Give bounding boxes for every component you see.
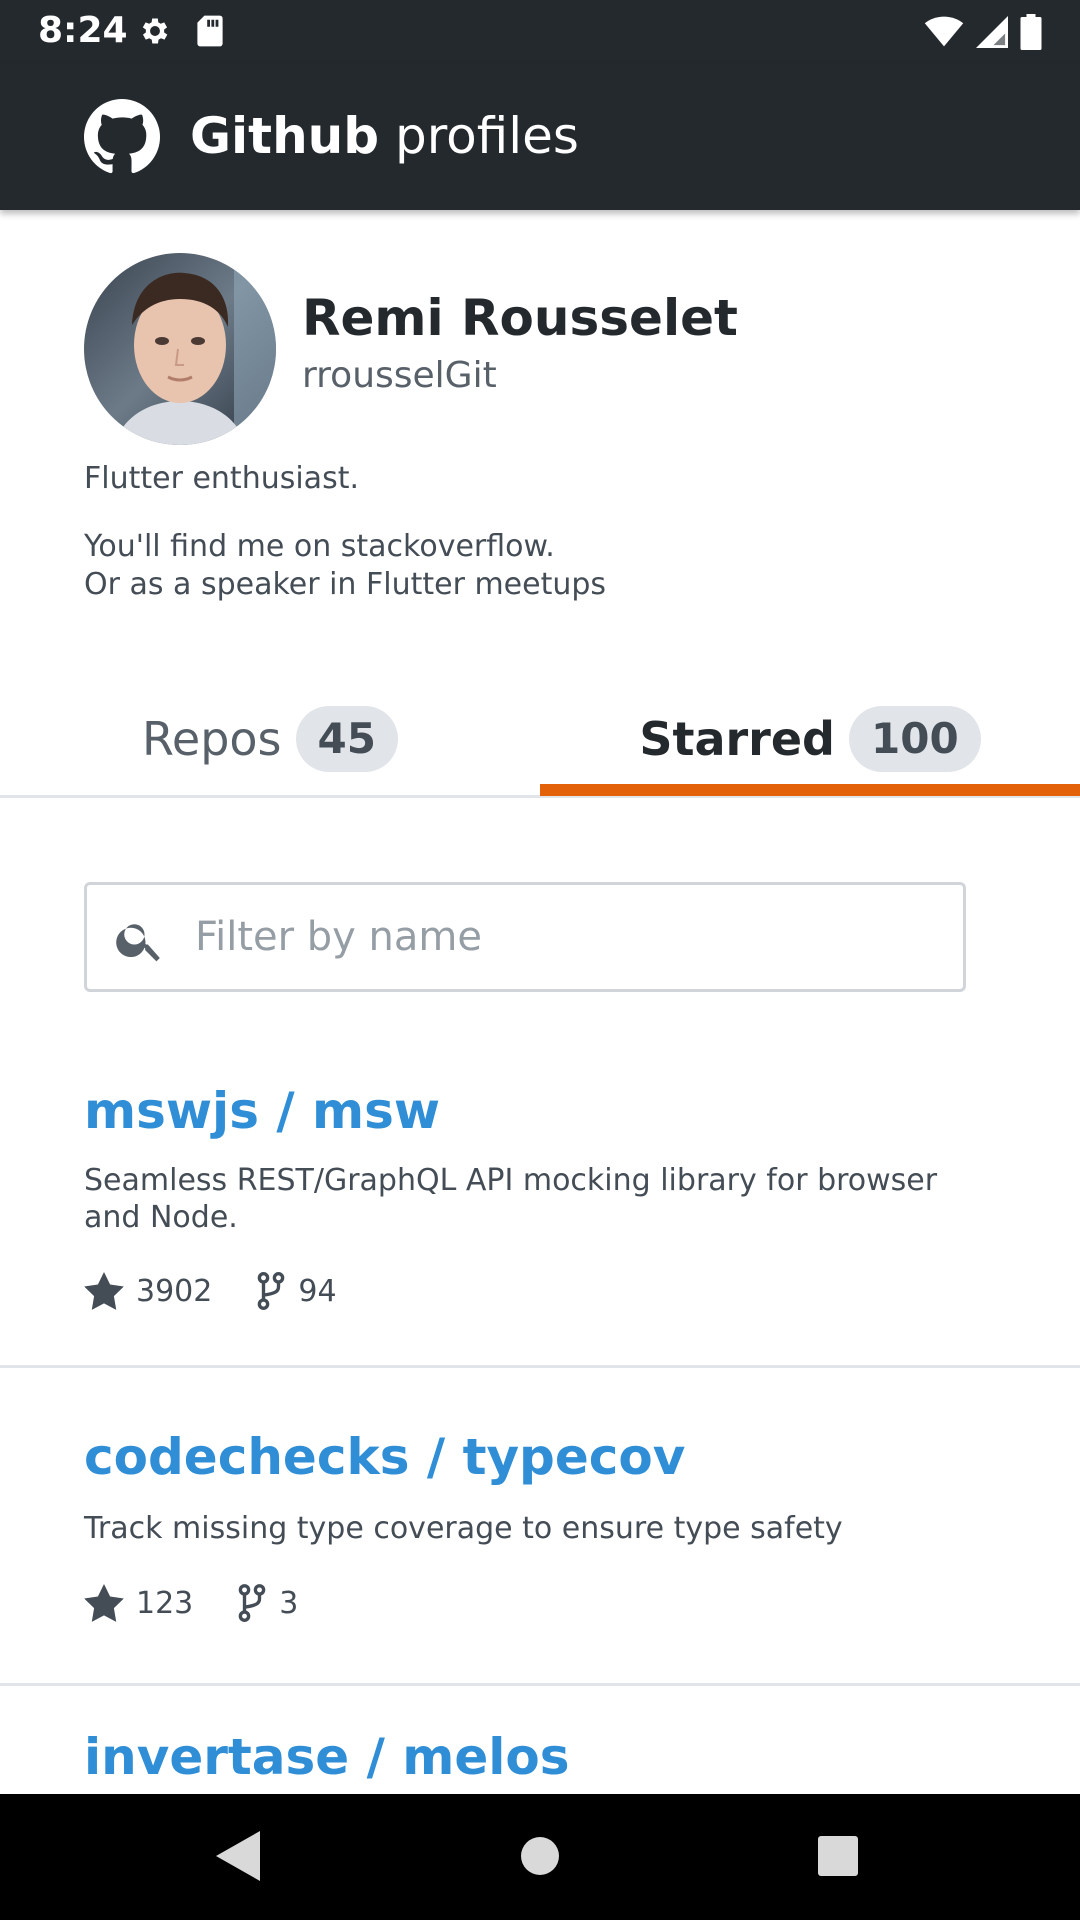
forks-stat: 3 <box>237 1584 298 1622</box>
signal-icon <box>976 15 1008 49</box>
forks-count: 3 <box>279 1585 299 1621</box>
fork-icon <box>237 1584 267 1622</box>
tab-label: Starred <box>639 712 835 766</box>
tab-label: Repos <box>142 712 282 766</box>
repo-list-item[interactable]: mswjs / msw Seamless REST/GraphQL API mo… <box>0 1040 1080 1368</box>
bio-line: You'll find me on stackoverflow. <box>84 529 555 564</box>
profile-name: Remi Rousselet <box>302 289 738 347</box>
fork-icon <box>256 1272 286 1310</box>
stars-count: 123 <box>136 1585 194 1621</box>
battery-icon <box>1020 14 1042 50</box>
app-bar: Github profiles <box>0 63 1080 210</box>
bio-line: Flutter enthusiast. <box>84 461 359 496</box>
repo-list-item[interactable]: invertase / melos <box>0 1686 1080 1794</box>
home-circle-icon <box>519 1835 561 1881</box>
app-title-bold: Github <box>190 107 380 165</box>
app-title: Github profiles <box>190 105 579 167</box>
repo-description: Seamless REST/GraphQL API mocking librar… <box>84 1163 938 1235</box>
profile-login: rrousselGit <box>302 355 497 396</box>
github-octocat-icon <box>84 99 160 175</box>
avatar <box>84 253 276 445</box>
status-time: 8:24 <box>38 10 128 51</box>
stars-count: 3902 <box>136 1273 213 1309</box>
repo-name-link[interactable]: codechecks / typecov <box>84 1426 685 1488</box>
recents-button[interactable] <box>802 1822 874 1894</box>
forks-stat: 94 <box>256 1272 337 1310</box>
stars-stat: 123 <box>84 1584 193 1622</box>
sd-card-icon <box>196 14 224 48</box>
tab-repos[interactable]: Repos 45 <box>0 680 540 798</box>
repo-stats: 123 3 <box>84 1584 342 1622</box>
tab-starred[interactable]: Starred 100 <box>540 680 1080 798</box>
tab-count-badge: 100 <box>849 706 981 772</box>
profile-bio: Flutter enthusiast. You'll find me on st… <box>84 460 984 604</box>
star-icon <box>84 1272 124 1310</box>
gear-icon <box>138 14 172 48</box>
tab-count-badge: 45 <box>295 706 398 772</box>
forks-count: 94 <box>298 1273 337 1309</box>
app-title-rest: profiles <box>379 107 579 165</box>
stars-stat: 3902 <box>84 1272 212 1310</box>
profile-tabs: Repos 45 Starred 100 <box>0 680 1080 798</box>
bio-line: Or as a speaker in Flutter meetups <box>84 567 607 602</box>
star-icon <box>84 1584 124 1622</box>
status-bar: 8:24 <box>0 0 1080 63</box>
filter-search-box[interactable] <box>84 882 966 992</box>
wifi-icon <box>924 16 964 48</box>
back-triangle-icon <box>216 1831 260 1885</box>
repo-list-item[interactable]: codechecks / typecov Track missing type … <box>0 1368 1080 1686</box>
repo-name-link[interactable]: mswjs / msw <box>84 1080 440 1142</box>
filter-by-name-input[interactable] <box>195 905 935 969</box>
home-button[interactable] <box>504 1822 576 1894</box>
repo-stats: 3902 94 <box>84 1272 381 1310</box>
search-icon <box>113 913 167 967</box>
repo-description: Track missing type coverage to ensure ty… <box>84 1511 843 1546</box>
tab-indicator <box>540 784 1080 796</box>
back-button[interactable] <box>202 1822 274 1894</box>
repo-name-link[interactable]: invertase / melos <box>84 1726 570 1788</box>
recents-square-icon <box>818 1836 858 1880</box>
system-nav-bar <box>0 1794 1080 1920</box>
